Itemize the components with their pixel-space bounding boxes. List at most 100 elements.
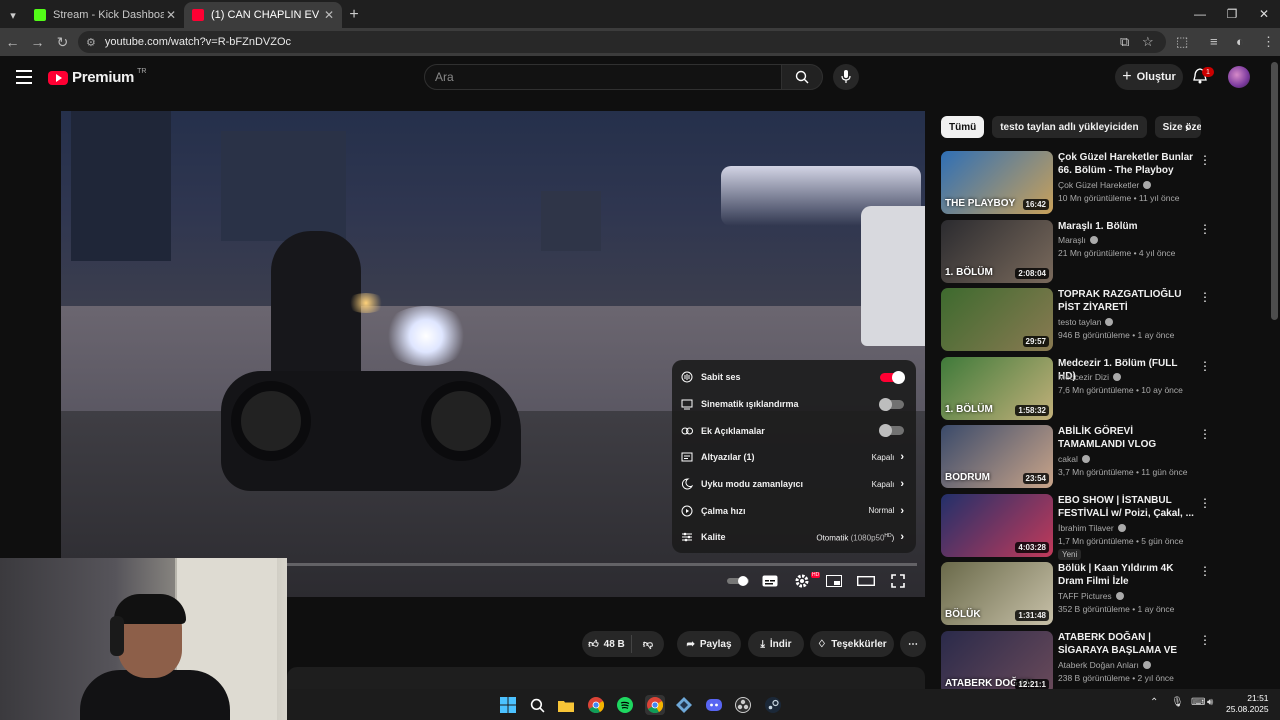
steam-icon[interactable] [763,695,783,715]
more-vertical-icon[interactable]: ⋮ [1199,633,1211,647]
install-app-icon[interactable]: ⧉ [1120,34,1129,50]
setting-stable-volume[interactable]: Sabit ses [672,364,916,391]
tray-chevron-up-icon[interactable]: ⌃ [1150,697,1158,708]
ambient-mode-toggle[interactable] [879,397,904,411]
video-title[interactable]: ABİLİK GÖREVİ TAMAMLANDI VLOG [1058,425,1196,451]
video-title[interactable]: Çok Güzel Hareketler Bunlar 66. Bölüm - … [1058,151,1196,177]
taskbar-search-icon[interactable] [527,695,547,715]
description-box[interactable] [287,667,925,689]
close-window-icon[interactable]: ✕ [1248,0,1280,28]
more-vertical-icon[interactable]: ⋮ [1199,564,1211,578]
create-button[interactable]: + Oluştur [1115,64,1183,90]
taskbar-clock[interactable]: 21:51 25.08.2025 [1226,693,1269,715]
video-thumbnail[interactable]: BÖLÜK 1:31:48 [941,562,1053,625]
search-input[interactable]: Ara [424,64,782,90]
recommendation-item[interactable]: 1. BÖLÜM 1:58:32 Medcezir 1. Bölüm (FULL H… [941,356,1271,421]
chip-from-uploader[interactable]: testo taylan adlı yükleyiciden [992,116,1147,138]
microphone-tray-icon[interactable]: 🎙︎ [1171,697,1184,708]
youtube-logo[interactable]: Premium TR [48,68,146,86]
chrome-icon[interactable] [586,695,606,715]
video-title[interactable]: Maraşlı 1. Bölüm [1058,220,1196,233]
voice-search-button[interactable] [833,64,859,90]
theater-mode-icon[interactable] [854,572,878,590]
recommendation-item[interactable]: 29:57 TOPRAK RAZGATLIOĞLU PİST ZİYARETİ te… [941,288,1271,352]
video-thumbnail[interactable]: 4:03:28 [941,493,1053,557]
search-button[interactable] [781,64,823,90]
browser-menu-icon[interactable]: ⋮ [1262,34,1275,50]
setting-quality[interactable]: Kalite Otomatik (1080p50HD) › [672,524,916,551]
recommendation-item[interactable]: 1. BÖLÜM 2:08:04 Maraşlı 1. Bölüm Maraşlı 21… [941,219,1271,284]
chips-next-arrow-icon[interactable]: › [1185,120,1189,135]
video-title[interactable]: EBO SHOW | İSTANBUL FESTİVALİ w/ Poizi, … [1058,494,1196,520]
channel-name[interactable]: Ataberk Doğan Anları [1058,660,1151,670]
recommendation-item[interactable]: BODRUM 23:54 ABİLİK GÖREVİ TAMAMLANDI VLOG… [941,425,1271,489]
url-field[interactable]: ⚙ youtube.com/watch?v=R-bFZnDVZOc [78,31,1166,53]
page-scrollbar[interactable] [1271,62,1278,320]
channel-name[interactable]: Maraşlı [1058,235,1098,245]
thanks-button[interactable]: ♢ Teşekkürler [810,631,894,657]
discord-icon[interactable] [704,695,724,715]
windows-start-icon[interactable] [498,695,518,715]
account-avatar[interactable] [1228,66,1250,88]
close-tab-icon[interactable]: ✕ [322,8,336,22]
recommendation-item[interactable]: ATABERK DOĞAN 12:21:1 ATABERK DOĞAN | SİGA… [941,630,1271,695]
file-explorer-icon[interactable] [556,695,576,715]
setting-sleep-timer[interactable]: Uyku modu zamanlayıcı Kapalı › [672,471,916,498]
share-button[interactable]: ➦ Paylaş [677,631,741,657]
restore-icon[interactable]: ❐ [1216,0,1248,28]
setting-captions[interactable]: Altyazılar (1) Kapalı › [672,444,916,471]
video-thumbnail[interactable]: 29:57 [941,288,1053,351]
video-title[interactable]: TOPRAK RAZGATLIOĞLU PİST ZİYARETİ [1058,288,1196,314]
video-thumbnail[interactable]: 1. BÖLÜM 2:08:04 [941,219,1053,283]
recommendation-item[interactable]: BÖLÜK 1:31:48 Bölük | Kaan Yıldırım 4K Dra… [941,562,1271,626]
more-actions-button[interactable]: ⋯ [900,631,926,657]
video-thumbnail[interactable]: THE PLAYBOY 16:42 [941,151,1053,214]
stable-volume-toggle[interactable] [880,370,905,384]
video-title[interactable]: ATABERK DOĞAN | SİGARAYA BAŞLAMA VE YAKA… [1058,631,1196,657]
channel-name[interactable]: Çok Güzel Hareketler [1058,180,1152,190]
annotations-toggle[interactable] [879,424,904,438]
media-queue-icon[interactable]: ≡ [1210,34,1218,49]
more-vertical-icon[interactable]: ⋮ [1199,290,1211,304]
tab-kick-dashboard[interactable]: Stream - Kick Dashboard ✕ [26,2,184,28]
channel-name[interactable]: testo taylan [1058,317,1114,327]
forward-icon[interactable]: → [25,34,50,50]
minimize-icon[interactable]: — [1184,0,1216,28]
chip-all[interactable]: Tümü [941,116,985,138]
video-thumbnail[interactable]: 1. BÖLÜM 1:58:32 [941,356,1053,420]
app-icon-blue[interactable] [674,695,694,715]
channel-name[interactable]: TAFF Pictures [1058,591,1124,601]
close-tab-icon[interactable]: ✕ [164,8,178,22]
subtitles-icon[interactable] [758,572,782,590]
more-vertical-icon[interactable]: ⋮ [1199,427,1211,441]
menu-icon[interactable] [16,70,32,88]
fullscreen-icon[interactable] [886,572,910,590]
bookmark-star-icon[interactable]: ☆ [1142,34,1154,50]
video-title[interactable]: Bölük | Kaan Yıldırım 4K Dram Filmi İzle [1058,562,1196,588]
chip-for-you[interactable]: Size öze [1154,116,1201,138]
download-button[interactable]: ⤓ İndir [748,631,804,657]
more-vertical-icon[interactable]: ⋮ [1199,222,1211,236]
site-info-icon[interactable]: ⚙ [86,36,96,49]
miniplayer-icon[interactable] [822,572,846,590]
more-vertical-icon[interactable]: ⋮ [1199,153,1211,167]
video-thumbnail[interactable]: ATABERK DOĞAN 12:21:1 [941,630,1053,694]
tab-search-icon[interactable]: ▾ [0,2,26,28]
like-button[interactable]: 👍︎ 48 B [582,635,632,653]
setting-playback-speed[interactable]: Çalma hızı Normal › [672,497,916,524]
setting-annotations[interactable]: Ek Açıklamalar [672,417,916,444]
tab-youtube-video[interactable]: (1) CAN CHAPLIN EV ZİYARETİ ✕ [184,2,342,28]
video-thumbnail[interactable]: BODRUM 23:54 [941,425,1053,488]
channel-name[interactable]: Medcezir Dizi [1058,372,1122,382]
more-vertical-icon[interactable]: ⋮ [1199,359,1211,373]
volume-icon[interactable]: 🔊︎ [1207,697,1213,708]
spotify-icon[interactable] [615,695,635,715]
channel-name[interactable]: İbrahim Tilaver [1058,523,1126,533]
network-icon[interactable]: ⌨ [1191,697,1205,708]
recommendation-item[interactable]: THE PLAYBOY 16:42 Çok Güzel Hareketler Bun… [941,151,1271,215]
recommendation-item[interactable]: 4:03:28 EBO SHOW | İSTANBUL FESTİVALİ w/ … [941,493,1271,560]
back-icon[interactable]: ← [0,34,25,50]
autoplay-toggle-icon[interactable] [726,572,750,590]
setting-ambient-mode[interactable]: Sinematik ışıklandırma [672,391,916,418]
more-vertical-icon[interactable]: ⋮ [1199,496,1211,510]
